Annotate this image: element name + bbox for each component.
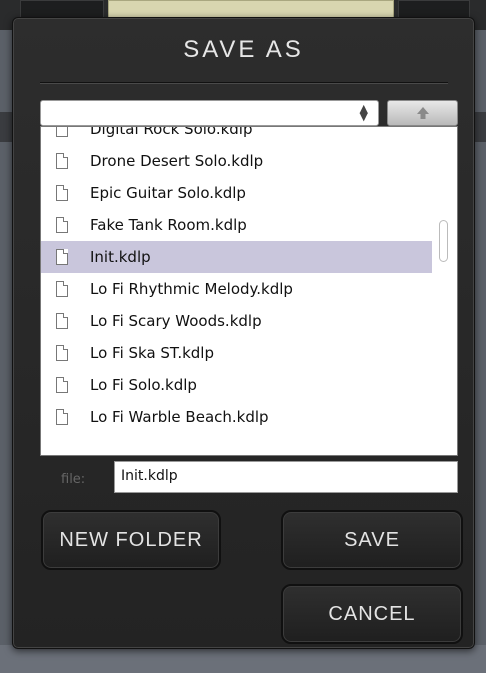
file-icon bbox=[56, 127, 68, 137]
updown-arrows-icon: ▲ ▼ bbox=[359, 102, 368, 123]
file-icon bbox=[56, 185, 68, 201]
list-scrollbar[interactable] bbox=[439, 220, 448, 262]
file-row[interactable]: Lo Fi Rhythmic Melody.kdlp bbox=[41, 273, 432, 305]
file-name: Lo Fi Rhythmic Melody.kdlp bbox=[90, 280, 293, 298]
save-as-dialog: SAVE AS ▲ ▼ Digital Rock Solo.kdlp Drone … bbox=[12, 17, 475, 649]
file-icon bbox=[56, 153, 68, 169]
file-row[interactable]: Lo Fi Solo.kdlp bbox=[41, 369, 432, 401]
folder-path-select[interactable]: ▲ ▼ bbox=[40, 100, 379, 126]
dialog-title: SAVE AS bbox=[183, 36, 304, 63]
file-name: Lo Fi Scary Woods.kdlp bbox=[90, 312, 262, 330]
file-name: Init.kdlp bbox=[90, 248, 151, 266]
file-name: Digital Rock Solo.kdlp bbox=[90, 126, 253, 138]
app-side-panel-right bbox=[474, 112, 486, 142]
file-list[interactable]: Digital Rock Solo.kdlp Drone Desert Solo… bbox=[40, 126, 458, 456]
file-row[interactable]: Epic Guitar Solo.kdlp bbox=[41, 177, 432, 209]
file-row[interactable]: Drone Desert Solo.kdlp bbox=[41, 145, 432, 177]
file-name: Lo Fi Warble Beach.kdlp bbox=[90, 408, 269, 426]
app-bottom-area bbox=[0, 645, 486, 673]
app-side-panel-left bbox=[0, 112, 12, 142]
file-row-selected[interactable]: Init.kdlp bbox=[41, 241, 432, 273]
file-name: Drone Desert Solo.kdlp bbox=[90, 152, 264, 170]
title-divider bbox=[40, 82, 448, 84]
file-icon bbox=[56, 409, 68, 425]
file-icon bbox=[56, 249, 68, 265]
cancel-button[interactable]: CANCEL bbox=[281, 584, 463, 644]
file-name: Fake Tank Room.kdlp bbox=[90, 216, 247, 234]
file-name: Lo Fi Ska ST.kdlp bbox=[90, 344, 214, 362]
file-name: Epic Guitar Solo.kdlp bbox=[90, 184, 246, 202]
save-button[interactable]: SAVE bbox=[281, 510, 463, 570]
file-row[interactable]: Lo Fi Warble Beach.kdlp bbox=[41, 401, 432, 433]
file-icon bbox=[56, 281, 68, 297]
file-icon bbox=[56, 345, 68, 361]
file-icon bbox=[56, 217, 68, 233]
file-icon bbox=[56, 377, 68, 393]
parent-folder-button[interactable] bbox=[387, 100, 458, 126]
file-row[interactable]: Digital Rock Solo.kdlp bbox=[41, 126, 432, 145]
file-name-label: file: bbox=[61, 472, 86, 487]
file-row[interactable]: Fake Tank Room.kdlp bbox=[41, 209, 432, 241]
file-name-input[interactable]: Init.kdlp bbox=[114, 461, 458, 493]
file-row[interactable]: Lo Fi Scary Woods.kdlp bbox=[41, 305, 432, 337]
arrow-up-icon bbox=[417, 107, 429, 119]
file-icon bbox=[56, 313, 68, 329]
file-name: Lo Fi Solo.kdlp bbox=[90, 376, 197, 394]
new-folder-button[interactable]: NEW FOLDER bbox=[41, 510, 221, 570]
file-row[interactable]: Lo Fi Ska ST.kdlp bbox=[41, 337, 432, 369]
